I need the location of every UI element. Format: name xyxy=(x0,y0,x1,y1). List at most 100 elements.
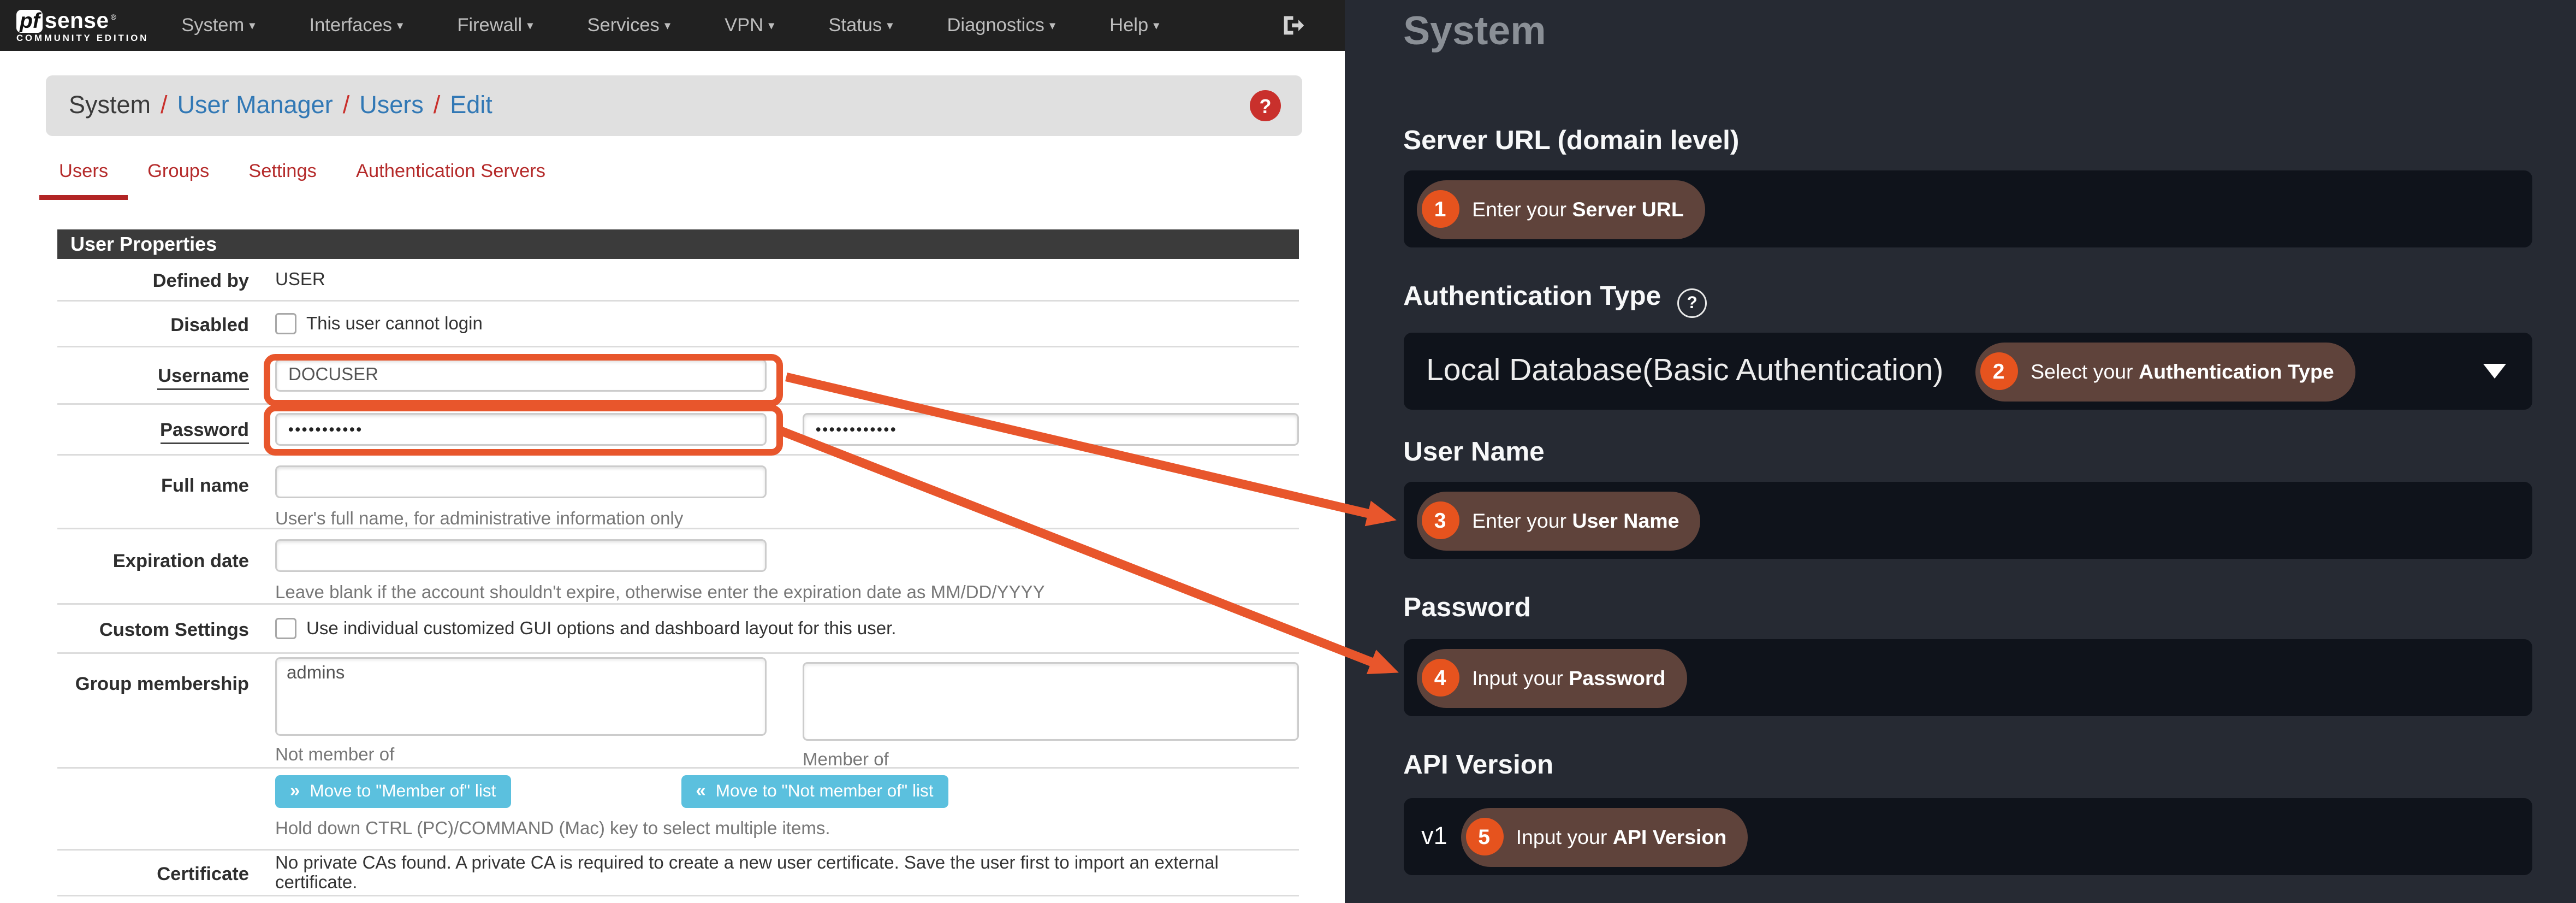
user-properties-panel: User Properties Defined by USER Disabled… xyxy=(57,229,1299,896)
password-input[interactable] xyxy=(275,413,767,446)
setup-guide-panel: System Server URL (domain level) 1 Enter… xyxy=(1344,0,2576,903)
step-5-text-bold: API Version xyxy=(1613,825,1726,848)
nav-item-vpn[interactable]: VPN▾ xyxy=(725,16,774,36)
chevron-down-icon: ▾ xyxy=(664,17,670,32)
password-confirm-input[interactable] xyxy=(803,413,1299,446)
password-heading: Password xyxy=(1403,593,1531,624)
full-name-label: Full name xyxy=(161,477,249,497)
api-version-field[interactable]: v1 5 Input your API Version xyxy=(1403,798,2532,875)
tab-authentication-servers[interactable]: Authentication Servers xyxy=(336,162,565,200)
top-navbar: pf sense ® COMMUNITY EDITION System▾ Int… xyxy=(0,0,1344,51)
tab-bar: Users Groups Settings Authentication Ser… xyxy=(39,162,565,200)
step-4-pill: 4 Input your Password xyxy=(1416,648,1687,707)
api-version-value: v1 xyxy=(1421,823,1447,851)
full-name-row: Full name User's full name, for administ… xyxy=(57,456,1299,529)
breadcrumb-separator: / xyxy=(343,92,350,120)
custom-settings-checkbox[interactable] xyxy=(275,618,296,639)
tab-settings[interactable]: Settings xyxy=(229,162,336,200)
nav-item-system[interactable]: System▾ xyxy=(181,16,255,36)
nav-item-status[interactable]: Status▾ xyxy=(828,16,893,36)
pfsense-app: pf sense ® COMMUNITY EDITION System▾ Int… xyxy=(0,0,1344,903)
not-member-of-caption: Not member of xyxy=(275,746,767,765)
breadcrumb-edit[interactable]: Edit xyxy=(450,92,492,120)
disabled-label: Disabled xyxy=(170,316,249,335)
logout-icon[interactable] xyxy=(1280,13,1305,46)
step-2-text: Select your xyxy=(2031,360,2139,383)
breadcrumb: System / User Manager / Users / Edit ? xyxy=(46,75,1302,136)
chevron-down-icon: ▾ xyxy=(1153,17,1159,32)
nav-item-help[interactable]: Help▾ xyxy=(1109,16,1159,36)
chevron-down-icon: ▾ xyxy=(1049,17,1055,32)
expiration-date-label: Expiration date xyxy=(113,552,249,572)
breadcrumb-users[interactable]: Users xyxy=(359,92,424,120)
chevron-down-icon: ▾ xyxy=(397,17,403,32)
nav-item-firewall[interactable]: Firewall▾ xyxy=(457,16,533,36)
username-input[interactable] xyxy=(275,359,767,392)
breadcrumb-separator: / xyxy=(161,92,168,120)
authentication-type-heading: Authentication Type? xyxy=(1403,282,1707,315)
panel-title: User Properties xyxy=(57,229,1299,259)
expiration-date-helper: Leave blank if the account shouldn't exp… xyxy=(275,583,1045,603)
move-to-not-member-of-label: Move to "Not member of" list xyxy=(716,782,934,801)
user-name-heading: User Name xyxy=(1403,438,1545,469)
multi-select-helper: Hold down CTRL (PC)/COMMAND (Mac) key to… xyxy=(275,819,830,839)
nav-item-diagnostics[interactable]: Diagnostics▾ xyxy=(947,16,1056,36)
nav-menu: System▾ Interfaces▾ Firewall▾ Services▾ … xyxy=(181,16,1213,36)
authentication-type-select[interactable]: Local Database(Basic Authentication) 2 S… xyxy=(1403,333,2532,410)
not-member-of-select[interactable]: admins xyxy=(275,657,767,736)
nav-item-interfaces[interactable]: Interfaces▾ xyxy=(310,16,403,36)
logo-pf: pf xyxy=(16,9,43,32)
dropdown-caret-icon xyxy=(2483,364,2506,379)
step-3-pill: 3 Enter your User Name xyxy=(1416,491,1700,550)
member-of-select[interactable] xyxy=(803,662,1299,741)
move-to-member-of-button[interactable]: » Move to "Member of" list xyxy=(275,775,511,808)
step-3-text-bold: User Name xyxy=(1572,509,1679,532)
disabled-row: Disabled This user cannot login xyxy=(57,302,1299,347)
breadcrumb-separator: / xyxy=(434,92,441,120)
move-to-member-of-label: Move to "Member of" list xyxy=(310,782,496,801)
user-name-field[interactable]: 3 Enter your User Name xyxy=(1403,482,2532,559)
server-url-heading: Server URL (domain level) xyxy=(1403,126,1739,157)
full-name-input[interactable] xyxy=(275,465,767,498)
full-name-helper: User's full name, for administrative inf… xyxy=(275,510,683,529)
custom-settings-checkbox-label: Use individual customized GUI options an… xyxy=(306,619,896,639)
group-membership-row: Group membership admins Not member of Me… xyxy=(57,654,1299,769)
chevron-down-icon: ▾ xyxy=(527,17,533,32)
double-chevron-left-icon: « xyxy=(696,782,705,801)
expiration-date-row: Expiration date Leave blank if the accou… xyxy=(57,529,1299,605)
server-url-field[interactable]: 1 Enter your Server URL xyxy=(1403,170,2532,247)
logo-sense: sense xyxy=(45,8,109,32)
custom-settings-label: Custom Settings xyxy=(99,621,249,640)
double-chevron-right-icon: » xyxy=(290,782,300,801)
breadcrumb-user-manager[interactable]: User Manager xyxy=(177,92,333,120)
defined-by-value: USER xyxy=(275,270,325,290)
disabled-checkbox[interactable] xyxy=(275,313,296,334)
question-mark-icon[interactable]: ? xyxy=(1677,288,1707,318)
step-4-text-bold: Password xyxy=(1569,666,1665,689)
chevron-down-icon: ▾ xyxy=(887,17,893,32)
step-4-badge: 4 xyxy=(1421,659,1459,697)
chevron-down-icon: ▾ xyxy=(768,17,774,32)
expiration-date-input[interactable] xyxy=(275,539,767,572)
move-to-not-member-of-button[interactable]: « Move to "Not member of" list xyxy=(681,775,948,808)
nav-item-services[interactable]: Services▾ xyxy=(587,16,671,36)
step-5-badge: 5 xyxy=(1465,818,1503,855)
tab-groups[interactable]: Groups xyxy=(128,162,229,200)
api-version-heading: API Version xyxy=(1403,751,1553,782)
breadcrumb-system: System xyxy=(69,92,151,120)
move-buttons-row: » Move to "Member of" list « Move to "No… xyxy=(57,769,1299,851)
screenshot-root: pf sense ® COMMUNITY EDITION System▾ Int… xyxy=(0,0,2576,903)
certificate-text: No private CAs found. A private CA is re… xyxy=(275,853,1299,893)
pfsense-logo[interactable]: pf sense ® COMMUNITY EDITION xyxy=(16,8,149,44)
step-1-badge: 1 xyxy=(1421,190,1459,228)
step-4-text: Input your xyxy=(1472,666,1569,689)
group-option-admins[interactable]: admins xyxy=(287,664,755,683)
group-membership-label: Group membership xyxy=(75,675,249,695)
help-icon[interactable]: ? xyxy=(1250,90,1281,121)
step-1-text: Enter your xyxy=(1472,198,1572,221)
step-2-pill: 2 Select your Authentication Type xyxy=(1975,342,2355,401)
username-label: Username xyxy=(158,367,249,390)
tab-users[interactable]: Users xyxy=(39,162,128,200)
step-5-text: Input your xyxy=(1516,825,1613,848)
password-field[interactable]: 4 Input your Password xyxy=(1403,639,2532,716)
